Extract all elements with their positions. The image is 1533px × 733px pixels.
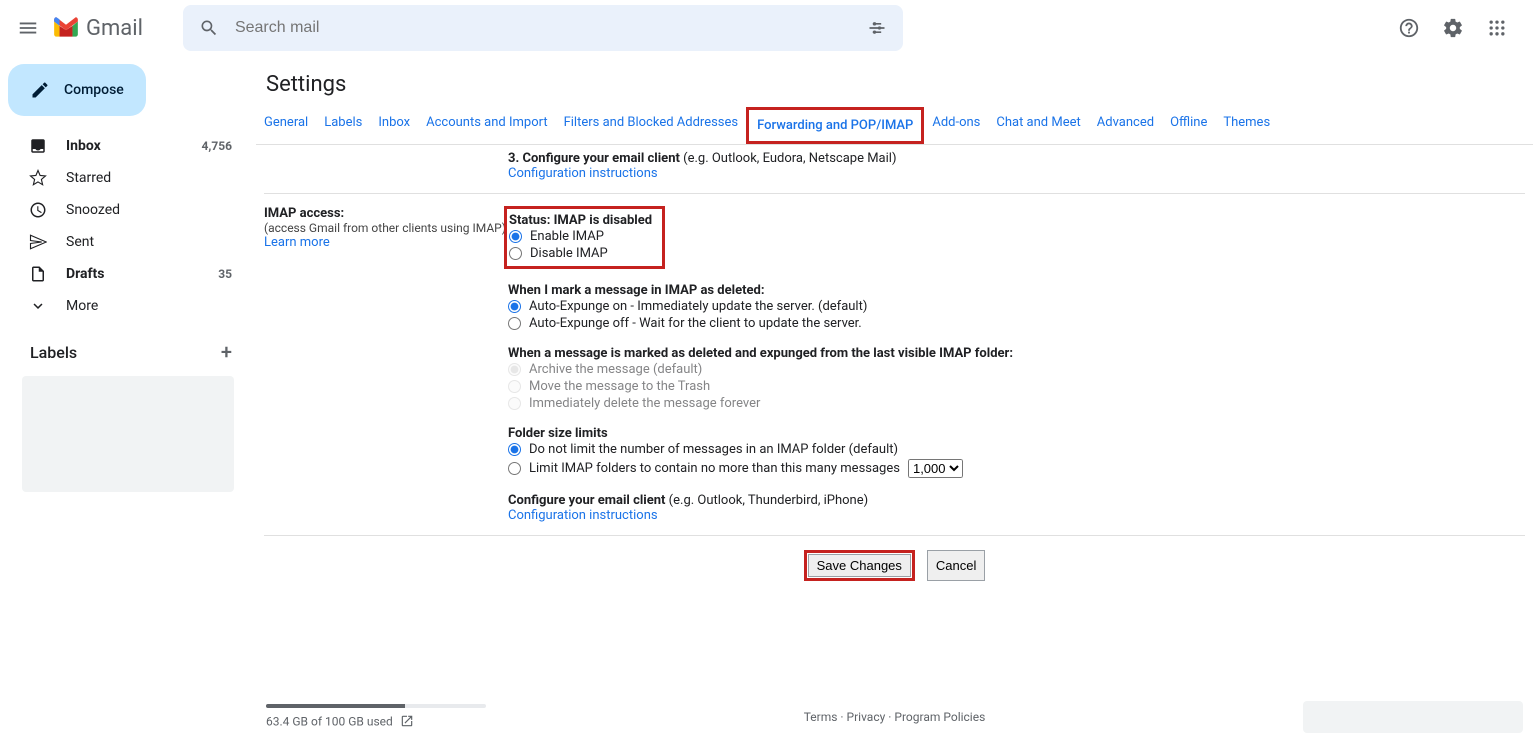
footer: 63.4 GB of 100 GB used Terms · Privacy ·… xyxy=(256,693,1533,733)
archive-radio xyxy=(508,363,521,376)
gear-icon xyxy=(1442,17,1464,39)
gmail-icon xyxy=(52,17,80,39)
tab-general[interactable]: General xyxy=(256,107,316,144)
send-icon xyxy=(28,233,48,251)
folder-header: Folder size limits xyxy=(508,426,1525,441)
tab-labels[interactable]: Labels xyxy=(316,107,370,144)
folder-limit-select[interactable]: 1,000 xyxy=(908,459,963,478)
sidebar-item-inbox[interactable]: Inbox4,756 xyxy=(8,130,248,162)
gmail-logo[interactable]: Gmail xyxy=(52,16,143,41)
search-bar[interactable] xyxy=(183,5,903,51)
search-options-icon[interactable] xyxy=(861,12,893,44)
label-placeholder xyxy=(22,376,234,492)
delete-forever-radio xyxy=(508,397,521,410)
help-icon xyxy=(1398,17,1420,39)
auto-expunge-off-radio[interactable] xyxy=(508,317,521,330)
sidebar-item-drafts[interactable]: Drafts35 xyxy=(8,258,248,290)
limit-radio[interactable] xyxy=(508,462,521,475)
sidebar-item-snoozed[interactable]: Snoozed xyxy=(8,194,248,226)
deleted-header: When I mark a message in IMAP as deleted… xyxy=(508,283,1525,298)
clock-icon xyxy=(28,201,48,219)
sidebar-item-label: More xyxy=(66,298,232,314)
app-header: Gmail xyxy=(0,0,1533,56)
button-row: Save Changes Cancel xyxy=(256,542,1533,589)
settings-button[interactable] xyxy=(1433,8,1473,48)
expand-icon xyxy=(28,297,48,315)
pop-step-label: 3. Configure your email client xyxy=(508,151,680,166)
disable-imap-radio[interactable] xyxy=(509,247,522,260)
tab-advanced[interactable]: Advanced xyxy=(1089,107,1162,144)
storage-bar xyxy=(266,704,486,708)
tab-accounts-and-import[interactable]: Accounts and Import xyxy=(418,107,555,144)
sidebar-item-sent[interactable]: Sent xyxy=(8,226,248,258)
enable-imap-radio[interactable] xyxy=(509,230,522,243)
sidebar-item-label: Starred xyxy=(66,170,232,186)
hamburger-icon xyxy=(17,17,39,39)
terms-link[interactable]: Terms xyxy=(804,710,838,724)
imap-status: Status: IMAP is disabled xyxy=(509,213,652,228)
policies-link[interactable]: Program Policies xyxy=(894,710,985,724)
save-changes-button[interactable]: Save Changes xyxy=(808,554,911,577)
compose-label: Compose xyxy=(64,82,124,98)
tab-forwarding-and-pop-imap[interactable]: Forwarding and POP/IMAP xyxy=(746,107,924,144)
learn-more-link[interactable]: Learn more xyxy=(264,235,330,250)
config-instructions-link-2[interactable]: Configuration instructions xyxy=(508,508,658,523)
imap-access-sub: (access Gmail from other clients using I… xyxy=(264,221,508,235)
settings-main: Settings GeneralLabelsInboxAccounts and … xyxy=(248,56,1533,733)
config-instructions-link-1[interactable]: Configuration instructions xyxy=(508,166,658,181)
search-icon[interactable] xyxy=(193,12,225,44)
settings-tabs: GeneralLabelsInboxAccounts and ImportFil… xyxy=(256,107,1533,145)
star-icon xyxy=(28,169,48,187)
pencil-icon xyxy=(30,80,50,100)
tab-offline[interactable]: Offline xyxy=(1162,107,1215,144)
tab-filters-and-blocked-addresses[interactable]: Filters and Blocked Addresses xyxy=(556,107,747,144)
sidebar-item-count: 35 xyxy=(218,267,232,281)
sidebar-item-label: Sent xyxy=(66,234,232,250)
pop-step-hint: (e.g. Outlook, Eudora, Netscape Mail) xyxy=(683,151,896,166)
support-button[interactable] xyxy=(1389,8,1429,48)
tab-add-ons[interactable]: Add-ons xyxy=(924,107,988,144)
trash-radio xyxy=(508,380,521,393)
cancel-button[interactable]: Cancel xyxy=(927,550,985,581)
sidebar: Compose Inbox4,756 Starred Snoozed Sent Draf… xyxy=(0,56,248,733)
search-input[interactable] xyxy=(225,19,861,37)
file-icon xyxy=(28,265,48,283)
settings-title: Settings xyxy=(256,56,1533,107)
account-activity-placeholder xyxy=(1303,701,1523,733)
sidebar-item-label: Drafts xyxy=(66,266,218,282)
config-client-title: Configure your email client xyxy=(508,493,665,508)
open-in-new-icon[interactable] xyxy=(400,714,414,731)
apps-grid-icon xyxy=(1487,18,1507,38)
compose-button[interactable]: Compose xyxy=(8,64,146,116)
sidebar-item-starred[interactable]: Starred xyxy=(8,162,248,194)
save-highlight: Save Changes xyxy=(804,550,915,581)
imap-status-highlight: Status: IMAP is disabled Enable IMAP Dis… xyxy=(504,206,665,269)
tab-inbox[interactable]: Inbox xyxy=(370,107,418,144)
imap-access-title: IMAP access: xyxy=(264,206,508,221)
apps-button[interactable] xyxy=(1477,8,1517,48)
config-client-hint: (e.g. Outlook, Thunderbird, iPhone) xyxy=(669,493,868,508)
tab-chat-and-meet[interactable]: Chat and Meet xyxy=(988,107,1088,144)
privacy-link[interactable]: Privacy xyxy=(847,710,886,724)
storage-text: 63.4 GB of 100 GB used xyxy=(266,714,393,728)
auto-expunge-on-radio[interactable] xyxy=(508,300,521,313)
gmail-logo-text: Gmail xyxy=(86,16,143,41)
labels-header: Labels + xyxy=(8,340,248,364)
sidebar-item-count: 4,756 xyxy=(202,139,233,153)
sidebar-item-label: Inbox xyxy=(66,138,202,154)
no-limit-radio[interactable] xyxy=(508,443,521,456)
settings-content: 3. Configure your email client (e.g. Out… xyxy=(256,145,1533,693)
sidebar-item-more[interactable]: More xyxy=(8,290,248,322)
main-menu-button[interactable] xyxy=(8,8,48,48)
add-label-button[interactable]: + xyxy=(221,340,232,364)
inbox-icon xyxy=(28,137,48,155)
tab-themes[interactable]: Themes xyxy=(1215,107,1278,144)
expunge-header: When a message is marked as deleted and … xyxy=(508,346,1525,361)
sidebar-item-label: Snoozed xyxy=(66,202,232,218)
